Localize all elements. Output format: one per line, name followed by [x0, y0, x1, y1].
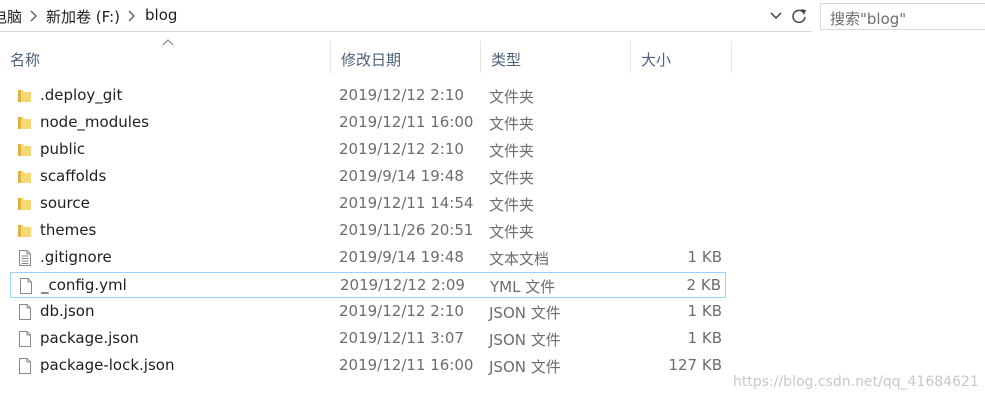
breadcrumb-item-blog[interactable]: blog [145, 6, 177, 24]
column-header-type-label: 类型 [491, 51, 522, 69]
file-date: 2019/12/12 2:10 [339, 140, 464, 158]
file-date: 2019/12/12 2:10 [339, 86, 464, 104]
file-size: 2 KB [686, 276, 721, 294]
text-file-icon [16, 249, 34, 267]
file-name: _config.yml [41, 276, 127, 294]
file-type: 文件夹 [489, 223, 535, 241]
watermark: https://blog.csdn.net/qq_41684621 [733, 374, 979, 390]
file-icon [16, 357, 34, 375]
file-row[interactable]: package.json 2019/12/11 3:07 JSON 文件 1 KB [10, 326, 726, 352]
file-date: 2019/12/11 14:54 [339, 194, 474, 212]
address-bar[interactable]: 电脑 新加卷 (F:) blog [0, 0, 812, 32]
file-size: 127 KB [668, 356, 722, 374]
refresh-icon[interactable] [788, 5, 810, 27]
folder-icon [16, 222, 34, 240]
folder-icon [16, 195, 34, 213]
file-row[interactable]: .deploy_git 2019/12/12 2:10 文件夹 [10, 83, 726, 109]
file-date: 2019/9/14 19:48 [339, 167, 464, 185]
file-date: 2019/9/14 19:48 [339, 248, 464, 266]
search-input[interactable]: 搜索"blog" [830, 8, 906, 29]
file-row[interactable]: .gitignore 2019/9/14 19:48 文本文档 1 KB [10, 245, 726, 271]
column-header-size[interactable]: 大小 [631, 41, 732, 73]
file-name: package-lock.json [40, 356, 175, 374]
file-date: 2019/12/11 3:07 [339, 329, 464, 347]
file-icon [16, 303, 34, 321]
breadcrumb-separator-icon[interactable] [30, 10, 38, 22]
file-row[interactable]: public 2019/12/12 2:10 文件夹 [10, 137, 726, 163]
file-name: themes [40, 221, 97, 239]
file-size: 1 KB [687, 329, 722, 347]
file-type: 文本文档 [489, 250, 550, 268]
folder-icon [16, 141, 34, 159]
file-type: 文件夹 [489, 196, 535, 214]
column-header-size-label: 大小 [641, 51, 672, 69]
file-type: 文件夹 [489, 115, 535, 133]
column-header-date[interactable]: 修改日期 [331, 41, 481, 73]
file-row[interactable]: source 2019/12/11 14:54 文件夹 [10, 191, 726, 217]
file-name: scaffolds [40, 167, 107, 185]
file-type: YML 文件 [490, 278, 556, 296]
file-name: package.json [40, 329, 139, 347]
folder-icon [16, 87, 34, 105]
file-row[interactable]: themes 2019/11/26 20:51 文件夹 [10, 218, 726, 244]
file-date: 2019/12/11 16:00 [339, 113, 474, 131]
file-row[interactable]: db.json 2019/12/12 2:10 JSON 文件 1 KB [10, 299, 726, 325]
file-icon [17, 277, 35, 295]
file-row[interactable]: scaffolds 2019/9/14 19:48 文件夹 [10, 164, 726, 190]
folder-icon [16, 114, 34, 132]
file-type: JSON 文件 [489, 358, 561, 376]
column-header-name-label: 名称 [10, 51, 41, 69]
file-size: 1 KB [687, 302, 722, 320]
file-row[interactable]: package-lock.json 2019/12/11 16:00 JSON 文件… [10, 353, 726, 379]
search-box[interactable]: 搜索"blog" [820, 3, 985, 30]
file-type: 文件夹 [489, 169, 535, 187]
chevron-down-icon[interactable] [768, 8, 784, 24]
column-header-date-label: 修改日期 [341, 51, 402, 69]
column-header-type[interactable]: 类型 [481, 41, 631, 73]
breadcrumb-item-drive[interactable]: 新加卷 (F:) [46, 6, 120, 27]
breadcrumb-item-computer[interactable]: 电脑 [0, 6, 22, 27]
file-date: 2019/12/12 2:10 [339, 302, 464, 320]
breadcrumb-separator-icon[interactable] [128, 10, 136, 22]
file-name: public [40, 140, 86, 158]
file-row[interactable]: node_modules 2019/12/11 16:00 文件夹 [10, 110, 726, 136]
file-type: 文件夹 [489, 142, 535, 160]
file-type: 文件夹 [489, 88, 535, 106]
file-date: 2019/12/11 16:00 [339, 356, 474, 374]
file-size: 1 KB [687, 248, 722, 266]
file-icon [16, 330, 34, 348]
column-header-name[interactable]: 名称 [0, 41, 331, 73]
file-name: .gitignore [40, 248, 112, 266]
file-name: source [40, 194, 90, 212]
file-name: node_modules [40, 113, 149, 131]
file-row[interactable]: _config.yml 2019/12/12 2:09 YML 文件 2 KB [10, 272, 726, 298]
file-type: JSON 文件 [489, 331, 561, 349]
file-type: JSON 文件 [489, 304, 561, 322]
file-date: 2019/11/26 20:51 [339, 221, 474, 239]
file-name: .deploy_git [40, 86, 123, 104]
file-date: 2019/12/12 2:09 [340, 276, 465, 294]
file-name: db.json [40, 302, 95, 320]
folder-icon [16, 168, 34, 186]
